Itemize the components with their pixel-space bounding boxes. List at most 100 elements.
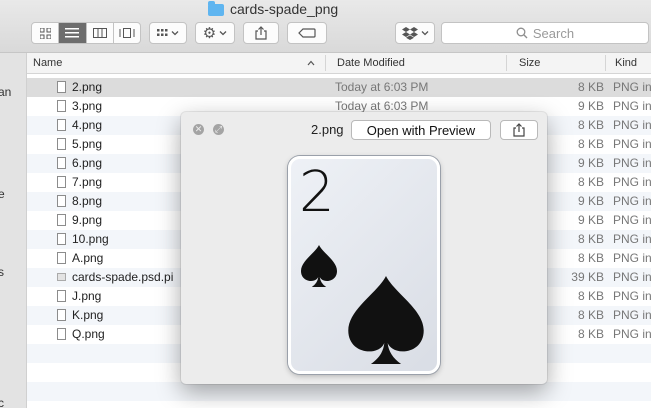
image-file-icon <box>57 252 66 264</box>
file-size: 8 KB <box>577 232 604 246</box>
file-date: Today at 6:03 PM <box>335 99 429 113</box>
file-name: 5.png <box>72 137 103 151</box>
file-kind: PNG in <box>613 80 651 94</box>
share-icon <box>513 123 525 137</box>
file-kind: PNG in <box>613 99 651 113</box>
column-divider[interactable] <box>506 55 507 71</box>
playing-card-image: 2 <box>288 156 440 374</box>
quick-look-panel: ✕ ⤢ 2.png Open with Preview 2 <box>181 112 547 384</box>
image-file-icon <box>57 138 66 150</box>
column-header-kind[interactable]: Kind <box>615 57 637 69</box>
icon-view-button[interactable] <box>32 23 60 43</box>
file-kind: PNG in <box>613 327 651 341</box>
grid-icon <box>39 27 51 39</box>
close-icon: ✕ <box>194 124 203 134</box>
image-file-icon <box>57 100 66 112</box>
column-header-size[interactable]: Size <box>519 57 540 69</box>
spade-large-icon <box>348 276 424 364</box>
file-kind: PNG in <box>613 156 651 170</box>
file-kind: PNG in <box>613 118 651 132</box>
fullscreen-button[interactable]: ⤢ <box>213 124 224 135</box>
search-icon <box>516 27 528 39</box>
file-name: cards-spade.psd.pi <box>72 270 174 284</box>
action-button[interactable]: ⚙ <box>195 22 235 44</box>
file-name: 7.png <box>72 175 103 189</box>
column-header-date[interactable]: Date Modified <box>337 57 405 69</box>
file-name: K.png <box>72 308 104 322</box>
cover-flow-icon <box>119 28 135 38</box>
file-name: 6.png <box>72 156 103 170</box>
file-row[interactable]: 2.png Today at 6:03 PM 8 KB PNG in <box>27 78 651 97</box>
window-title-text: cards-spade_png <box>230 1 339 17</box>
file-size: 8 KB <box>577 327 604 341</box>
psd-file-icon <box>57 273 66 281</box>
image-file-icon <box>57 176 66 188</box>
image-file-icon <box>57 233 66 245</box>
view-mode-control <box>31 22 141 44</box>
arrange-button[interactable] <box>149 22 187 44</box>
file-kind: PNG in <box>613 308 651 322</box>
folder-icon <box>208 1 224 16</box>
file-size: 8 KB <box>577 137 604 151</box>
sort-ascending-icon <box>307 60 315 66</box>
column-view-button[interactable] <box>87 23 114 43</box>
search-field[interactable]: Search <box>441 22 649 44</box>
file-size: 8 KB <box>577 80 604 94</box>
cover-flow-button[interactable] <box>114 23 140 43</box>
dropbox-button[interactable] <box>395 22 435 44</box>
window-title: cards-spade_png <box>208 1 338 17</box>
share-button[interactable] <box>243 22 279 44</box>
spade-small-icon <box>301 245 337 287</box>
sidebar-item-label[interactable]: c <box>0 396 4 408</box>
image-file-icon <box>57 157 66 169</box>
image-file-icon <box>57 290 66 302</box>
file-name: Q.png <box>72 327 105 341</box>
share-button[interactable] <box>500 120 538 140</box>
file-size: 9 KB <box>577 156 604 170</box>
file-kind: PNG in <box>613 232 651 246</box>
column-header-name[interactable]: Name <box>33 57 62 69</box>
close-button[interactable]: ✕ <box>193 124 204 135</box>
arrange-grid-chevron-icon <box>157 29 179 36</box>
empty-row <box>27 382 651 401</box>
image-file-icon <box>57 195 66 207</box>
file-size: 8 KB <box>577 175 604 189</box>
columns-icon <box>92 28 107 38</box>
open-with-preview-button[interactable]: Open with Preview <box>351 120 491 140</box>
file-size: 9 KB <box>577 194 604 208</box>
column-header-row: Name Date Modified Size Kind <box>27 53 651 74</box>
tags-button[interactable] <box>287 22 327 44</box>
file-date: Today at 6:03 PM <box>335 80 429 94</box>
sidebar-item-label[interactable]: an <box>0 85 11 99</box>
card-rank: 2 <box>299 160 335 225</box>
tag-icon <box>298 28 316 38</box>
file-kind: PNG in <box>613 289 651 303</box>
file-size: 9 KB <box>577 213 604 227</box>
file-name: 4.png <box>72 118 103 132</box>
file-size: 8 KB <box>577 118 604 132</box>
image-file-icon <box>57 81 66 93</box>
file-name: 3.png <box>72 99 103 113</box>
file-kind: PNG in <box>613 213 651 227</box>
column-divider[interactable] <box>605 55 606 71</box>
image-file-icon <box>57 309 66 321</box>
file-kind: PNG in <box>613 175 651 189</box>
fullscreen-icon: ⤢ <box>214 124 223 134</box>
file-size: 8 KB <box>577 308 604 322</box>
gear-icon: ⚙ <box>202 25 217 42</box>
search-placeholder: Search <box>532 25 575 41</box>
file-name: 8.png <box>72 194 103 208</box>
dropbox-icon <box>401 26 418 40</box>
column-divider[interactable] <box>325 55 326 71</box>
sidebar-item-label[interactable]: s <box>0 265 4 279</box>
file-size: 9 KB <box>577 99 604 113</box>
window-toolbar: cards-spade_png ⚙ Search <box>0 0 651 53</box>
share-icon <box>255 26 267 40</box>
sidebar: an e s c <box>0 53 27 408</box>
image-file-icon <box>57 328 66 340</box>
list-icon <box>65 28 80 38</box>
chevron-down-icon <box>421 31 428 36</box>
list-view-button[interactable] <box>59 23 87 43</box>
image-file-icon <box>57 214 66 226</box>
sidebar-item-label[interactable]: e <box>0 187 5 201</box>
